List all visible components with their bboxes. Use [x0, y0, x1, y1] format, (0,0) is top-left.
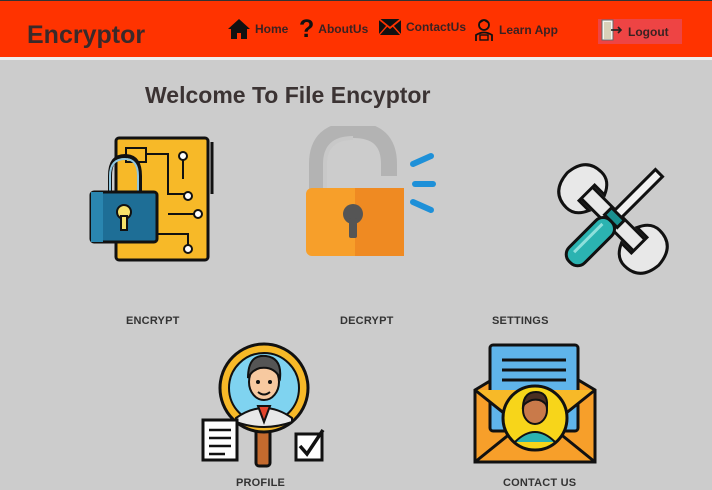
nav-aboutus-label: AboutUs	[318, 22, 369, 36]
nav-learn-app[interactable]: Learn App	[473, 18, 558, 42]
brand-title: Encryptor	[27, 21, 146, 49]
nav-home[interactable]: Home	[227, 18, 288, 40]
wrench-screwdriver-icon	[546, 163, 680, 290]
mail-icon	[378, 18, 402, 36]
logout-button[interactable]: Logout	[598, 19, 682, 44]
profile-magnifier-icon	[200, 342, 326, 472]
nav-contactus[interactable]: ContactUs	[378, 18, 466, 36]
nav-aboutus[interactable]: ? AboutUs	[299, 15, 369, 43]
contact-envelope-icon	[472, 343, 598, 472]
unlocked-padlock-icon	[303, 121, 443, 262]
top-navbar: Encryptor Home ? AboutUs ContactUs Learn…	[0, 0, 712, 60]
padlock-circuit-icon	[88, 136, 218, 268]
logout-label: Logout	[628, 24, 669, 39]
question-icon: ?	[299, 15, 315, 43]
decrypt-tile[interactable]	[303, 121, 443, 263]
settings-label[interactable]: SETTINGS	[492, 315, 549, 327]
decrypt-label[interactable]: DECRYPT	[340, 315, 394, 327]
page-title: Welcome To File Encyptor	[145, 82, 431, 108]
profile-tile[interactable]	[200, 342, 326, 473]
learner-icon	[473, 18, 495, 42]
encrypt-label[interactable]: ENCRYPT	[126, 315, 180, 327]
contact-label[interactable]: CONTACT US	[503, 477, 576, 489]
nav-learn-app-label: Learn App	[499, 23, 558, 37]
encrypt-tile[interactable]	[88, 134, 218, 269]
exit-door-icon	[600, 19, 624, 44]
nav-home-label: Home	[255, 22, 289, 36]
home-icon	[227, 18, 251, 40]
profile-label[interactable]: PROFILE	[236, 477, 285, 489]
nav-contactus-label: ContactUs	[406, 20, 467, 34]
settings-tile[interactable]	[546, 152, 680, 291]
contact-tile[interactable]	[472, 342, 598, 473]
